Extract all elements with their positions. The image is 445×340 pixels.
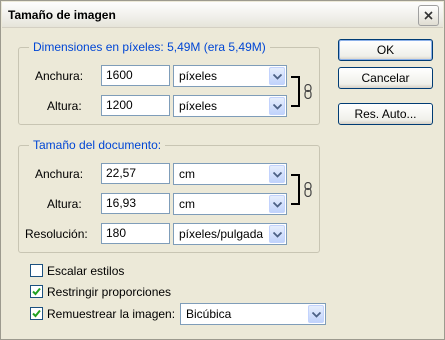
pixel-link-bracket bbox=[291, 76, 300, 107]
chevron-down-icon[interactable] bbox=[308, 305, 324, 323]
ok-button[interactable]: OK bbox=[338, 39, 433, 61]
resample-label: Remuestrear la imagen: bbox=[47, 307, 176, 321]
pixel-height-label: Altura: bbox=[47, 99, 82, 113]
pixel-width-input[interactable]: 1600 bbox=[101, 65, 170, 86]
resolution-unit-value: píxeles/pulgada bbox=[179, 227, 264, 241]
resample-checkbox[interactable] bbox=[30, 307, 43, 320]
resolution-label: Resolución: bbox=[25, 227, 88, 241]
chain-link-icon bbox=[304, 84, 312, 99]
close-icon bbox=[424, 11, 433, 20]
resample-method-select[interactable]: Bicúbica bbox=[180, 303, 326, 325]
checkmark-icon bbox=[32, 287, 41, 296]
checkmark-icon bbox=[32, 309, 41, 318]
pixel-height-value: 1200 bbox=[106, 98, 133, 112]
doc-width-input[interactable]: 22,57 bbox=[101, 163, 170, 184]
doc-width-label: Anchura: bbox=[35, 167, 84, 181]
doc-width-value: 22,57 bbox=[106, 166, 137, 180]
pixel-width-unit-select[interactable]: píxeles bbox=[173, 65, 287, 87]
chevron-down-icon[interactable] bbox=[269, 165, 285, 183]
resolution-input[interactable]: 180 bbox=[101, 223, 170, 244]
auto-resolution-button[interactable]: Res. Auto... bbox=[338, 103, 433, 125]
pixel-height-input[interactable]: 1200 bbox=[101, 95, 170, 116]
pixel-width-unit-value: píxeles bbox=[179, 69, 218, 83]
pixel-dimensions-legend: Dimensiones en píxeles: 5,49M (era 5,49M… bbox=[29, 40, 270, 54]
close-button[interactable] bbox=[418, 5, 439, 26]
window-title: Tamaño de imagen bbox=[8, 8, 116, 22]
chevron-down-icon[interactable] bbox=[269, 97, 285, 115]
resample-method-value: Bicúbica bbox=[186, 307, 232, 321]
pixel-height-unit-select[interactable]: píxeles bbox=[173, 95, 287, 117]
doc-height-unit-value: cm bbox=[179, 197, 195, 211]
constrain-proportions-checkbox[interactable] bbox=[30, 285, 43, 298]
doc-link-bracket bbox=[291, 174, 300, 205]
chain-link-icon bbox=[304, 182, 312, 197]
doc-height-input[interactable]: 16,93 bbox=[101, 193, 170, 214]
pixel-width-label: Anchura: bbox=[35, 69, 84, 83]
doc-width-unit-value: cm bbox=[179, 167, 195, 181]
image-size-dialog: Tamaño de imagen Dimensiones en píxeles:… bbox=[0, 0, 445, 340]
document-size-legend: Tamaño del documento: bbox=[29, 138, 166, 152]
chevron-down-icon[interactable] bbox=[269, 195, 285, 213]
pixel-width-value: 1600 bbox=[106, 68, 133, 82]
doc-width-unit-select[interactable]: cm bbox=[173, 163, 287, 185]
doc-height-unit-select[interactable]: cm bbox=[173, 193, 287, 215]
title-bar: Tamaño de imagen bbox=[2, 2, 443, 28]
doc-height-label: Altura: bbox=[47, 197, 82, 211]
resolution-unit-select[interactable]: píxeles/pulgada bbox=[173, 223, 287, 245]
chevron-down-icon[interactable] bbox=[269, 225, 285, 243]
scale-styles-checkbox[interactable] bbox=[30, 264, 43, 277]
pixel-height-unit-value: píxeles bbox=[179, 99, 218, 113]
chevron-down-icon[interactable] bbox=[269, 67, 285, 85]
constrain-proportions-label: Restringir proporciones bbox=[47, 285, 172, 299]
doc-height-value: 16,93 bbox=[106, 196, 137, 210]
scale-styles-label: Escalar estilos bbox=[47, 264, 125, 278]
resolution-value: 180 bbox=[106, 226, 127, 240]
cancel-button[interactable]: Cancelar bbox=[338, 67, 433, 89]
